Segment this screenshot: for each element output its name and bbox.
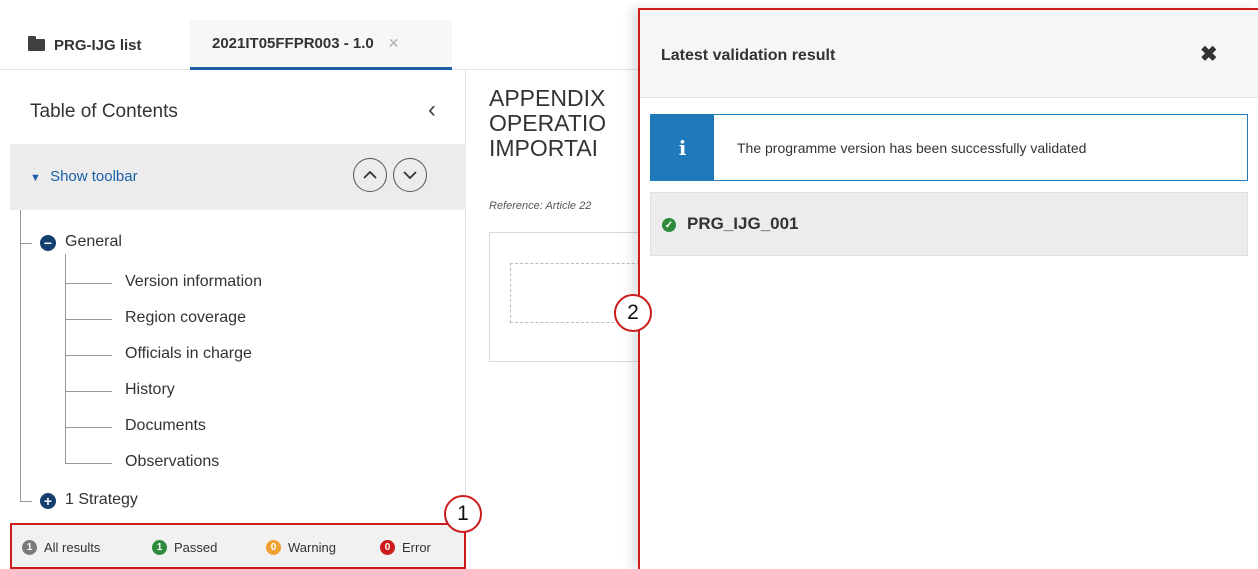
filter-error[interactable]: 0 Error [380,540,431,555]
tree-connector [20,501,32,502]
tree-connector [65,427,112,428]
panel-header: Latest validation result ✖ [640,10,1258,98]
tree-item-documents[interactable]: Documents [125,417,206,435]
count-badge: 1 [22,540,37,555]
tree-connector [65,391,112,392]
toc-title: Table of Contents [30,101,178,122]
count-badge: 0 [380,540,395,555]
chevron-up-icon [363,170,377,179]
info-message-box: i The programme version has been success… [650,114,1248,181]
callout-number: 2 [614,294,652,332]
toc-header: Table of Contents ‹ [10,70,466,144]
filter-label: Error [402,540,431,555]
validation-results-filter-bar: 1 All results 1 Passed 0 Warning 0 Error [10,523,466,569]
count-badge: 0 [266,540,281,555]
tree-connector [20,210,21,502]
filter-label: All results [44,540,101,555]
tree-connector [20,243,32,244]
close-icon[interactable]: ✕ [388,35,400,52]
tab-prg-ijg-list[interactable]: PRG-IJG list [28,20,142,70]
collapse-node-icon[interactable]: − [40,235,56,251]
tree-connector [65,319,112,320]
tree-item-history[interactable]: History [125,381,175,399]
panel-title: Latest validation result [661,47,836,64]
tab-label: 2021IT05FFPR003 - 1.0 [212,35,374,52]
callout-number: 1 [444,495,482,533]
navigate-down-button[interactable] [393,158,427,192]
tree-node-general[interactable]: General [65,233,122,251]
check-circle-icon: ✓ [662,218,676,232]
tree-item-version-information[interactable]: Version information [125,273,262,291]
chevron-down-icon [403,171,417,180]
validation-result-panel: Latest validation result ✖ i The program… [638,8,1258,569]
validation-rule-code: PRG_IJG_001 [687,214,799,233]
navigate-up-button[interactable] [353,158,387,192]
show-toolbar-toggle[interactable]: ▼ Show toolbar [30,168,138,185]
filter-label: Warning [288,540,336,555]
caret-down-icon: ▼ [30,172,41,184]
app-root: PRG-IJG list 2021IT05FFPR003 - 1.0 ✕ Tab… [0,0,1258,569]
filter-label: Passed [174,540,218,555]
sidebar: Table of Contents ‹ ▼ Show toolbar − Gen… [10,70,466,569]
tree-item-officials-in-charge[interactable]: Officials in charge [125,345,252,363]
tree-connector [65,283,112,284]
tree-item-region-coverage[interactable]: Region coverage [125,309,246,327]
validation-rule-row[interactable]: ✓ PRG_IJG_001 [650,192,1248,256]
close-panel-icon[interactable]: ✖ [1200,42,1218,67]
folder-icon [28,36,45,51]
section-heading: APPENDIX OPERATIO IMPORTAI [489,85,607,161]
tree-connector [65,463,112,464]
info-message: The programme version has been successfu… [737,140,1087,156]
collapse-sidebar-icon[interactable]: ‹ [428,96,436,124]
filter-all-results[interactable]: 1 All results [22,540,100,555]
tree-connector [65,355,112,356]
expand-node-icon[interactable]: + [40,493,56,509]
info-icon: i [651,115,714,180]
filter-warning[interactable]: 0 Warning [266,540,336,555]
tree-connector [65,254,66,464]
section-reference: Reference: Article 22 [489,200,592,212]
tab-programme-version[interactable]: 2021IT05FFPR003 - 1.0 ✕ [190,20,452,70]
filter-passed[interactable]: 1 Passed [152,540,217,555]
show-toolbar-label: Show toolbar [50,168,138,185]
tree-item-observations[interactable]: Observations [125,453,219,471]
toc-tree: − General Version information Region cov… [10,210,466,520]
count-badge: 1 [152,540,167,555]
toolbar-row: ▼ Show toolbar [10,144,466,210]
tab-label: PRG-IJG list [54,36,142,54]
tree-node-strategy[interactable]: 1 Strategy [65,491,138,509]
